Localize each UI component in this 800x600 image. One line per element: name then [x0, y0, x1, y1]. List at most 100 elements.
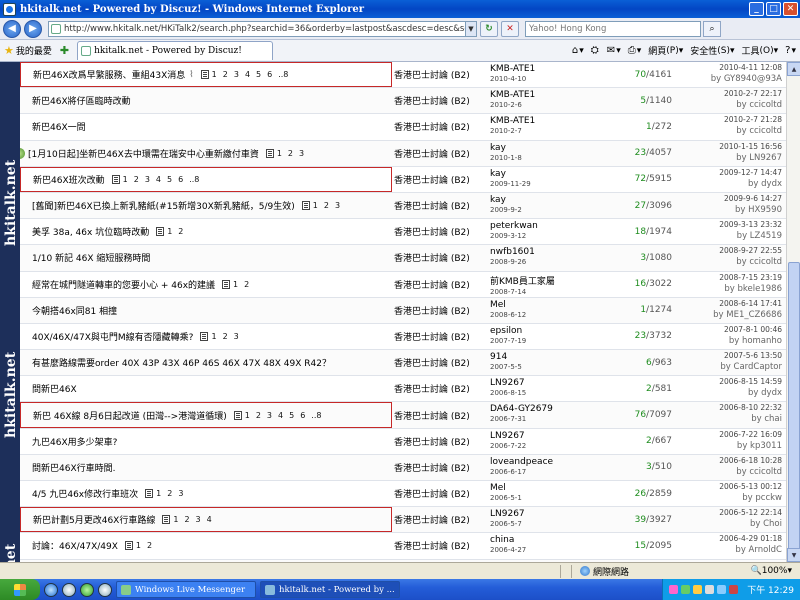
forum-link[interactable]: 香港巴士討論 (B2): [394, 481, 470, 506]
start-button[interactable]: [0, 579, 40, 600]
page-link[interactable]: 1: [212, 70, 217, 79]
search-input[interactable]: Yahoo! Hong Kong: [525, 20, 701, 37]
author-link[interactable]: china: [490, 535, 526, 545]
page-link[interactable]: 2: [134, 175, 139, 184]
page-link[interactable]: 6: [267, 70, 272, 79]
last-post-date[interactable]: 2010-2-7 22:17: [724, 89, 782, 98]
author-link[interactable]: kay: [490, 195, 522, 205]
scroll-thumb[interactable]: [788, 262, 800, 562]
add-favorite-icon[interactable]: ✚: [60, 44, 69, 57]
thread-title-link[interactable]: 新巴46X將仔區臨時改動: [20, 94, 133, 107]
author-link[interactable]: kay: [490, 143, 522, 153]
home-icon[interactable]: ⌂ ▾: [572, 45, 584, 56]
forum-link[interactable]: 香港巴士討論 (B2): [394, 88, 470, 113]
page-link[interactable]: 4: [245, 70, 250, 79]
page-link[interactable]: 1: [136, 541, 141, 550]
last-post-author[interactable]: by ME1_CZ6686: [713, 310, 782, 320]
page-link[interactable]: 1: [123, 175, 128, 184]
author-link[interactable]: Mel: [490, 483, 522, 493]
last-post-author[interactable]: by GY8940@93A: [711, 74, 782, 84]
safety-menu[interactable]: 安全性 (S)▾: [690, 44, 734, 58]
help-icon[interactable]: ? ▾: [785, 45, 796, 56]
page-link[interactable]: 5: [256, 70, 261, 79]
last-post-author[interactable]: by LN9267: [719, 153, 782, 163]
maximize-button[interactable]: □: [766, 2, 781, 16]
page-link[interactable]: 1: [211, 332, 216, 341]
page-menu[interactable]: 網頁 (P)▾: [648, 44, 683, 58]
minimize-button[interactable]: _: [749, 2, 764, 16]
forum-link[interactable]: 香港巴士討論 (B2): [394, 219, 470, 244]
page-link[interactable]: 4: [207, 515, 212, 524]
last-post-date[interactable]: 2008-6-14 17:41: [713, 299, 782, 308]
last-post-date[interactable]: 2008-9-27 22:55: [719, 246, 782, 255]
feeds-icon[interactable]: ⛭: [591, 45, 600, 56]
stop-icon[interactable]: ✕: [501, 20, 519, 37]
window-title-bar[interactable]: hkitalk.net - Powered by Discuz! - Windo…: [0, 0, 800, 18]
last-post-date[interactable]: 2006-4-29 01:18: [719, 534, 782, 543]
author-link[interactable]: LN9267: [490, 431, 526, 441]
forum-link[interactable]: 香港巴士討論 (B2): [394, 455, 470, 480]
page-link[interactable]: 2: [178, 227, 183, 236]
author-link[interactable]: peterkwan: [490, 221, 538, 231]
forward-button[interactable]: ▶: [24, 19, 42, 38]
page-link[interactable]: 2: [324, 201, 329, 210]
thread-title-link[interactable]: 新巴 46X線 8月6日起改道 (田灣-->港灣道循環): [21, 409, 229, 422]
page-link[interactable]: 2: [244, 280, 249, 289]
scroll-up-icon[interactable]: ▲: [787, 62, 800, 76]
thread-title-link[interactable]: 40X/46X/47X與屯門M線有否隱藏轉乘?: [20, 330, 195, 343]
last-post-date[interactable]: 2009-3-13 23:32: [719, 220, 782, 229]
thread-title-link[interactable]: 經常在城門隧道轉車的您要小心 + 46x的建議: [20, 278, 217, 291]
author-link[interactable]: epsilon: [490, 326, 526, 336]
forum-link[interactable]: 香港巴士討論 (B2): [394, 141, 470, 166]
last-post-author[interactable]: by ccicoltd: [724, 100, 782, 110]
back-button[interactable]: ◀: [3, 19, 21, 38]
thread-title-link[interactable]: 新巴46X一問: [20, 120, 88, 133]
author-link[interactable]: Mel: [490, 300, 526, 310]
forum-link[interactable]: 香港巴士討論 (B2): [394, 350, 470, 375]
scroll-down-icon[interactable]: ▼: [787, 548, 800, 562]
address-dropdown-icon[interactable]: ▼: [466, 20, 477, 37]
last-post-date[interactable]: 2007-5-6 13:50: [720, 351, 782, 360]
author-link[interactable]: nwfb1601: [490, 247, 535, 257]
forum-link[interactable]: 香港巴士討論 (B2): [394, 402, 470, 427]
page-link[interactable]: 2: [288, 149, 293, 158]
author-link[interactable]: loveandpeace: [490, 457, 553, 467]
page-link[interactable]: 5: [167, 175, 172, 184]
address-bar[interactable]: http://www.hkitalk.net/HKiTalk2/search.p…: [48, 20, 466, 37]
last-post-date[interactable]: 2010-4-11 12:08: [711, 63, 782, 72]
page-link[interactable]: 1: [245, 411, 250, 420]
forum-link[interactable]: 香港巴士討論 (B2): [394, 376, 470, 401]
last-post-author[interactable]: by homanho: [724, 336, 782, 346]
page-link[interactable]: 3: [299, 149, 304, 158]
forum-link[interactable]: 香港巴士討論 (B2): [394, 507, 470, 532]
last-post-date[interactable]: 2009-12-7 14:47: [719, 168, 782, 177]
quicklaunch-media-icon[interactable]: [98, 582, 112, 597]
author-link[interactable]: LN9267: [490, 509, 525, 519]
page-link[interactable]: 1: [233, 280, 238, 289]
forum-link[interactable]: 香港巴士討論 (B2): [394, 272, 470, 297]
last-post-author[interactable]: by dydx: [719, 179, 782, 189]
search-icon[interactable]: ⌕: [703, 20, 721, 37]
page-link[interactable]: 2: [167, 489, 172, 498]
forum-link[interactable]: 香港巴士討論 (B2): [394, 114, 470, 139]
forum-link[interactable]: 香港巴士討論 (B2): [394, 298, 470, 323]
vertical-scrollbar[interactable]: ▲ ▼: [786, 62, 800, 562]
page-link[interactable]: 3: [267, 411, 272, 420]
page-link[interactable]: ..8: [189, 175, 199, 184]
task-messenger[interactable]: Windows Live Messenger: [116, 581, 256, 598]
last-post-date[interactable]: 2010-2-7 21:28: [724, 115, 782, 124]
print-icon[interactable]: ⎙ ▾: [628, 45, 642, 56]
author-link[interactable]: DA64-GY2679: [490, 404, 553, 414]
page-link[interactable]: 3: [145, 175, 150, 184]
author-link[interactable]: LN9267: [490, 378, 526, 388]
page-link[interactable]: 1: [156, 489, 161, 498]
thread-title-link[interactable]: 問新巴46X行車時間.: [20, 461, 117, 474]
tray-icon[interactable]: [669, 585, 679, 594]
last-post-date[interactable]: 2006-7-22 16:09: [719, 430, 782, 439]
page-link[interactable]: 3: [234, 70, 239, 79]
last-post-author[interactable]: by ccicoltd: [719, 467, 782, 477]
thread-title-link[interactable]: 美孚 38a, 46x 坑位臨時改動: [20, 225, 151, 238]
refresh-icon[interactable]: ↻: [480, 20, 498, 37]
last-post-date[interactable]: 2006-6-18 10:28: [719, 456, 782, 465]
forum-link[interactable]: 香港巴士討論 (B2): [394, 245, 470, 270]
